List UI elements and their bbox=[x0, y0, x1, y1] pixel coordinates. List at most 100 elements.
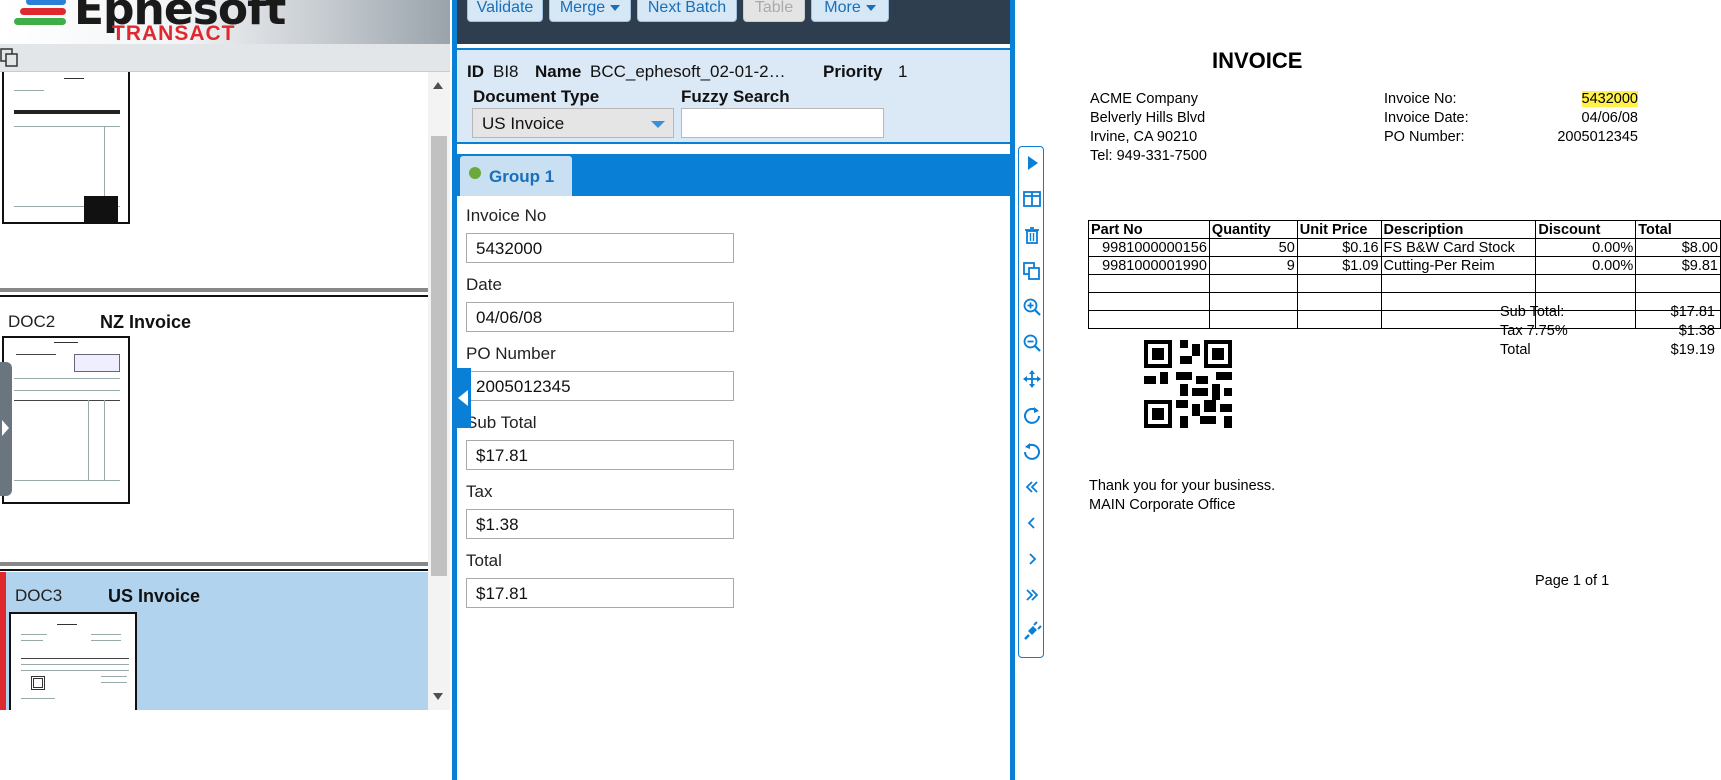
split-view-icon[interactable] bbox=[1022, 189, 1042, 209]
date-field[interactable]: 04/06/08 bbox=[466, 302, 734, 332]
meta-value: 5432000 bbox=[1518, 91, 1638, 107]
batch-id-label: ID bbox=[467, 62, 484, 81]
scrollbar-thumb[interactable] bbox=[431, 136, 447, 576]
total-field[interactable]: $17.81 bbox=[466, 578, 734, 608]
meta-label: PO Number: bbox=[1384, 129, 1465, 145]
rotate-cw-icon[interactable] bbox=[1022, 405, 1042, 425]
total-label: Total bbox=[466, 551, 502, 570]
first-page-icon[interactable] bbox=[1022, 477, 1042, 497]
tab-group-1-label: Group 1 bbox=[489, 167, 555, 186]
list-divider bbox=[0, 288, 428, 292]
tax-field[interactable]: $1.38 bbox=[466, 509, 734, 539]
column-header: Unit Price bbox=[1296, 220, 1382, 239]
meta-label: Invoice No: bbox=[1384, 91, 1457, 107]
priority-value: 1 bbox=[898, 62, 908, 81]
date-label: Date bbox=[466, 275, 502, 294]
total-label: Tax 7.75% bbox=[1500, 323, 1568, 339]
footer-line: MAIN Corporate Office bbox=[1089, 497, 1236, 513]
expand-panel-handle[interactable] bbox=[0, 362, 12, 496]
copy-icon[interactable] bbox=[1022, 261, 1042, 281]
selected-indicator bbox=[0, 572, 6, 710]
chevron-down-icon bbox=[610, 4, 621, 11]
collapse-panel-handle[interactable] bbox=[457, 368, 471, 428]
total-label: Total bbox=[1500, 342, 1531, 358]
logo-bar: Ephesoft TRANSACT bbox=[0, 0, 450, 44]
document-viewer[interactable]: INVOICE ACME Company Belverly Hills Blvd… bbox=[1048, 40, 1721, 640]
document-thumbnail[interactable] bbox=[2, 72, 130, 224]
list-divider bbox=[0, 569, 428, 571]
company-line: ACME Company bbox=[1090, 91, 1198, 107]
column-header: Quantity bbox=[1208, 220, 1298, 239]
fuzzy-search-input[interactable] bbox=[681, 108, 884, 138]
move-icon[interactable] bbox=[1022, 369, 1042, 389]
rotate-ccw-icon[interactable] bbox=[1022, 441, 1042, 461]
next-page-icon[interactable] bbox=[1022, 549, 1042, 569]
plugin-icon[interactable] bbox=[1022, 621, 1042, 641]
prev-page-icon[interactable] bbox=[1022, 513, 1042, 533]
column-header: Discount bbox=[1535, 220, 1637, 239]
trash-icon[interactable] bbox=[1022, 225, 1042, 245]
merge-button[interactable]: Merge bbox=[549, 0, 631, 22]
column-header: Total bbox=[1635, 220, 1721, 239]
scroll-up-icon[interactable] bbox=[433, 82, 443, 89]
table-cell: 0.00% bbox=[1535, 256, 1637, 275]
invoice-title: INVOICE bbox=[1212, 48, 1303, 73]
list-item-doc2[interactable]: DOC2 NZ Invoice bbox=[0, 298, 428, 568]
column-header: Description bbox=[1380, 220, 1537, 239]
tab-group-1[interactable]: Group 1 bbox=[460, 156, 572, 196]
total-label: Sub Total: bbox=[1500, 304, 1565, 320]
document-panel: Ephesoft TRANSACT DOC2 NZ Invoice DOC3 U… bbox=[0, 0, 450, 780]
merge-button-label: Merge bbox=[559, 0, 606, 16]
chevron-down-icon[interactable] bbox=[651, 121, 665, 128]
play-icon[interactable] bbox=[1022, 153, 1042, 173]
validate-button[interactable]: Validate bbox=[467, 0, 543, 22]
page-number: Page 1 of 1 bbox=[1535, 573, 1610, 589]
table-row: 9981000001990 9 $1.09 Cutting-Per Reim 0… bbox=[1088, 256, 1721, 275]
zoom-in-icon[interactable] bbox=[1022, 297, 1042, 317]
invoice-no-field[interactable]: 5432000 bbox=[466, 233, 734, 263]
document-type: US Invoice bbox=[108, 586, 201, 606]
top-toolbar: Validate Merge Next Batch Table More bbox=[457, 0, 1010, 44]
table-cell: 9981000001990 bbox=[1088, 256, 1210, 275]
table-cell: $1.09 bbox=[1296, 256, 1382, 275]
batch-id-value: BI8 bbox=[493, 62, 519, 81]
sub-total-field[interactable]: $17.81 bbox=[466, 440, 734, 470]
zoom-out-icon[interactable] bbox=[1022, 333, 1042, 353]
meta-value: 2005012345 bbox=[1557, 129, 1638, 145]
highlighted-value: 5432000 bbox=[1581, 91, 1638, 107]
meta-value: 04/06/08 bbox=[1581, 110, 1638, 126]
more-button[interactable]: More bbox=[811, 0, 889, 22]
group-tab-bar: Group 1 bbox=[457, 154, 1010, 196]
table-button-label: Table bbox=[754, 0, 794, 16]
table-cell: FS B&W Card Stock bbox=[1380, 238, 1537, 257]
document-id: DOC3 bbox=[15, 586, 63, 605]
document-thumbnail[interactable] bbox=[2, 336, 130, 504]
validation-panel: Validate Merge Next Batch Table More ID … bbox=[452, 0, 1015, 780]
scroll-down-icon[interactable] bbox=[433, 693, 443, 700]
tax-label: Tax bbox=[466, 482, 493, 501]
invoice-no-label: Invoice No bbox=[466, 206, 547, 225]
viewer-toolbar bbox=[1018, 146, 1044, 658]
fuzzy-search-label: Fuzzy Search bbox=[681, 87, 790, 106]
qr-code-icon bbox=[1144, 340, 1232, 428]
document-list[interactable]: DOC2 NZ Invoice DOC3 US Invoice bbox=[0, 72, 428, 710]
last-page-icon[interactable] bbox=[1022, 585, 1042, 605]
document-thumbnail[interactable] bbox=[9, 612, 137, 710]
list-item-doc3[interactable]: DOC3 US Invoice bbox=[0, 572, 428, 710]
copy-icon[interactable] bbox=[0, 48, 20, 68]
table-row: 9981000000156 50 $0.16 FS B&W Card Stock… bbox=[1088, 238, 1721, 257]
validate-button-label: Validate bbox=[476, 0, 534, 16]
po-number-field[interactable]: 2005012345 bbox=[466, 371, 734, 401]
table-row bbox=[1088, 274, 1721, 293]
document-type-select[interactable]: US Invoice bbox=[472, 108, 674, 138]
batch-name-label: Name bbox=[535, 62, 582, 81]
next-batch-button[interactable]: Next Batch bbox=[637, 0, 737, 22]
next-batch-button-label: Next Batch bbox=[647, 0, 727, 16]
document-toolbar bbox=[0, 44, 450, 72]
list-item-doc1[interactable] bbox=[0, 72, 428, 296]
document-list-scrollbar[interactable] bbox=[428, 72, 450, 710]
chevron-down-icon bbox=[865, 4, 876, 11]
sub-total-label: Sub Total bbox=[466, 413, 537, 432]
table-button[interactable]: Table bbox=[743, 0, 805, 22]
document-id: DOC2 bbox=[8, 312, 56, 331]
